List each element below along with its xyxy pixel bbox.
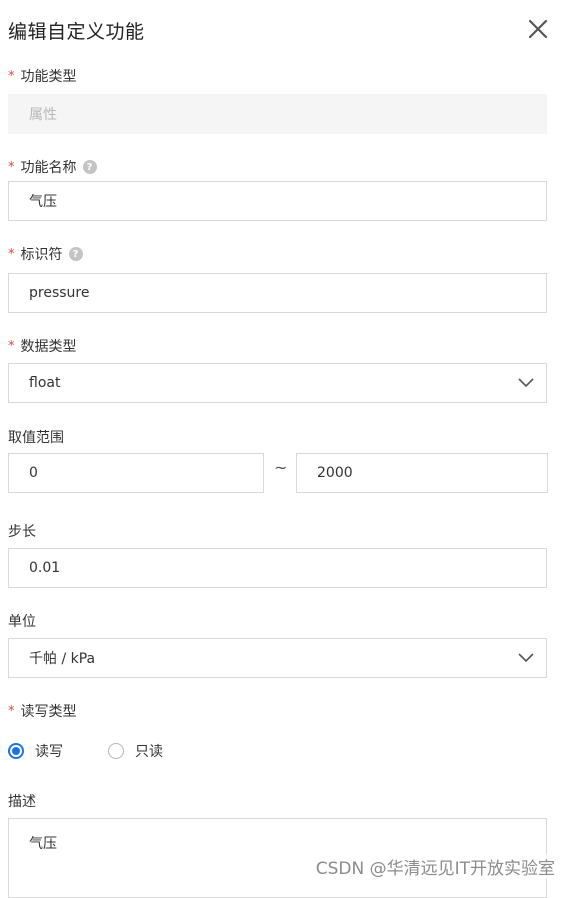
function-name-input[interactable]: 气压 [8, 181, 547, 221]
help-icon[interactable]: ? [82, 160, 97, 174]
description-label-text: 描述 [8, 794, 36, 810]
function-type-field: 属性 [8, 94, 547, 134]
radio-unchecked-icon [108, 743, 124, 759]
range-separator: ~ [274, 458, 288, 477]
description-label: 描述 [8, 791, 36, 811]
help-icon[interactable]: ? [68, 247, 83, 261]
radio-read-only[interactable]: 只读 [108, 741, 163, 761]
data-type-label: * 数据类型 [8, 336, 77, 356]
radio-read-write-label: 读写 [35, 744, 63, 760]
required-mark: * [8, 68, 15, 84]
function-name-value: 气压 [29, 194, 57, 210]
required-mark: * [8, 338, 15, 354]
range-max-input[interactable]: 2000 [296, 453, 548, 493]
value-range-label-text: 取值范围 [8, 430, 64, 446]
rw-type-label: * 读写类型 [8, 701, 77, 721]
watermark: CSDN @华清远见IT开放实验室 [315, 854, 555, 879]
unit-select[interactable]: 千帕 / kPa [8, 638, 547, 678]
unit-label: 单位 [8, 611, 36, 631]
function-name-label: * 功能名称 ? [8, 157, 97, 177]
chevron-down-icon [518, 378, 534, 388]
required-mark: * [8, 246, 15, 262]
function-type-label: * 功能类型 [8, 66, 77, 86]
data-type-select[interactable]: float [8, 363, 547, 403]
range-min-input[interactable]: 0 [8, 453, 264, 493]
function-type-value: 属性 [29, 107, 57, 123]
close-icon[interactable] [527, 18, 549, 40]
unit-label-text: 单位 [8, 614, 36, 630]
rw-type-label-text: 读写类型 [20, 704, 77, 720]
identifier-input[interactable]: pressure [8, 273, 547, 313]
chevron-down-icon [518, 653, 534, 663]
function-type-label-text: 功能类型 [20, 69, 77, 85]
radio-checked-icon [8, 743, 24, 759]
identifier-value: pressure [29, 285, 90, 301]
identifier-label: * 标识符 ? [8, 244, 83, 264]
data-type-value: float [29, 375, 61, 391]
step-input[interactable]: 0.01 [8, 548, 547, 588]
unit-value: 千帕 / kPa [29, 651, 96, 667]
radio-read-write[interactable]: 读写 [8, 741, 63, 761]
step-label-text: 步长 [8, 524, 36, 540]
data-type-label-text: 数据类型 [20, 339, 77, 355]
range-max-value: 2000 [317, 465, 353, 481]
radio-read-only-label: 只读 [135, 744, 163, 760]
step-value: 0.01 [29, 560, 61, 576]
function-name-label-text: 功能名称 [20, 160, 77, 176]
step-label: 步长 [8, 521, 36, 541]
description-value: 气压 [29, 836, 57, 852]
identifier-label-text: 标识符 [20, 247, 63, 263]
required-mark: * [8, 159, 15, 175]
range-min-value: 0 [29, 465, 38, 481]
value-range-label: 取值范围 [8, 427, 64, 447]
required-mark: * [8, 703, 15, 719]
dialog-title: 编辑自定义功能 [8, 21, 145, 43]
